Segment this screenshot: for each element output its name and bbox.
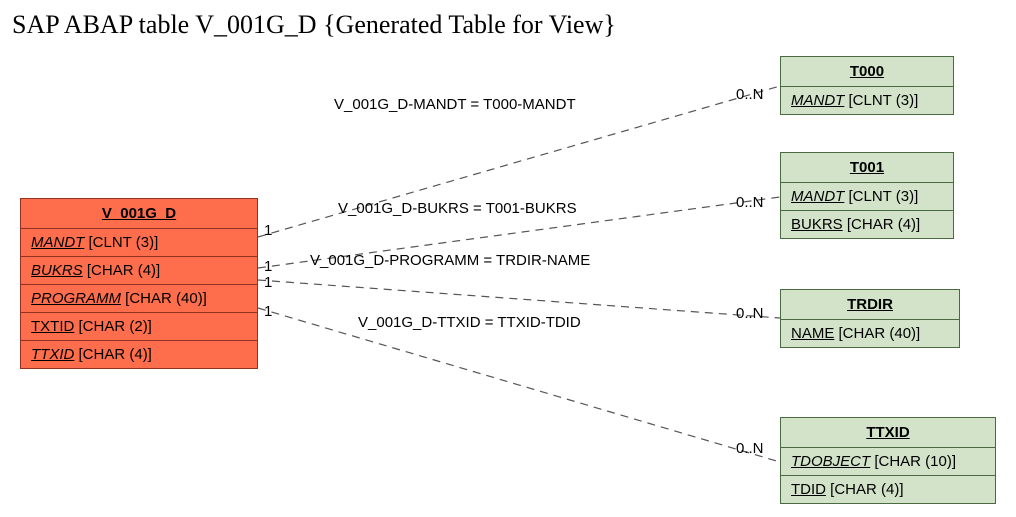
cardinality-left: 1 xyxy=(264,274,272,291)
entity-main: V_001G_D MANDT [CLNT (3)] BUKRS [CHAR (4… xyxy=(20,198,258,369)
relation-label: V_001G_D-BUKRS = T001-BUKRS xyxy=(338,200,577,217)
cardinality-left: 1 xyxy=(264,222,272,239)
entity-field: MANDT [CLNT (3)] xyxy=(781,87,953,114)
entity-main-header: V_001G_D xyxy=(21,199,257,229)
relation-label: V_001G_D-TTXID = TTXID-TDID xyxy=(358,314,581,331)
entity-header: T000 xyxy=(781,57,953,87)
relation-label: V_001G_D-PROGRAMM = TRDIR-NAME xyxy=(310,252,590,269)
cardinality-right: 0..N xyxy=(736,194,764,211)
cardinality-right: 0..N xyxy=(736,305,764,322)
entity-field: TDID [CHAR (4)] xyxy=(781,476,995,503)
entity-field: MANDT [CLNT (3)] xyxy=(781,183,953,211)
entity-field: BUKRS [CHAR (4)] xyxy=(781,211,953,238)
entity-ttxid: TTXID TDOBJECT [CHAR (10)] TDID [CHAR (4… xyxy=(780,417,996,504)
cardinality-left: 1 xyxy=(264,303,272,320)
entity-header: TRDIR xyxy=(781,290,959,320)
entity-header: TTXID xyxy=(781,418,995,448)
relation-label: V_001G_D-MANDT = T000-MANDT xyxy=(334,96,576,113)
entity-trdir: TRDIR NAME [CHAR (40)] xyxy=(780,289,960,348)
cardinality-right: 0..N xyxy=(736,440,764,457)
cardinality-left: 1 xyxy=(264,258,272,275)
entity-t000: T000 MANDT [CLNT (3)] xyxy=(780,56,954,115)
entity-field: TXTID [CHAR (2)] xyxy=(21,313,257,341)
entity-t001: T001 MANDT [CLNT (3)] BUKRS [CHAR (4)] xyxy=(780,152,954,239)
diagram-canvas: SAP ABAP table V_001G_D {Generated Table… xyxy=(0,0,1016,517)
entity-field: MANDT [CLNT (3)] xyxy=(21,229,257,257)
cardinality-right: 0..N xyxy=(736,86,764,103)
entity-header: T001 xyxy=(781,153,953,183)
entity-field: NAME [CHAR (40)] xyxy=(781,320,959,347)
diagram-title: SAP ABAP table V_001G_D {Generated Table… xyxy=(12,10,616,40)
entity-field: TTXID [CHAR (4)] xyxy=(21,341,257,368)
entity-field: TDOBJECT [CHAR (10)] xyxy=(781,448,995,476)
entity-field: BUKRS [CHAR (4)] xyxy=(21,257,257,285)
entity-field: PROGRAMM [CHAR (40)] xyxy=(21,285,257,313)
